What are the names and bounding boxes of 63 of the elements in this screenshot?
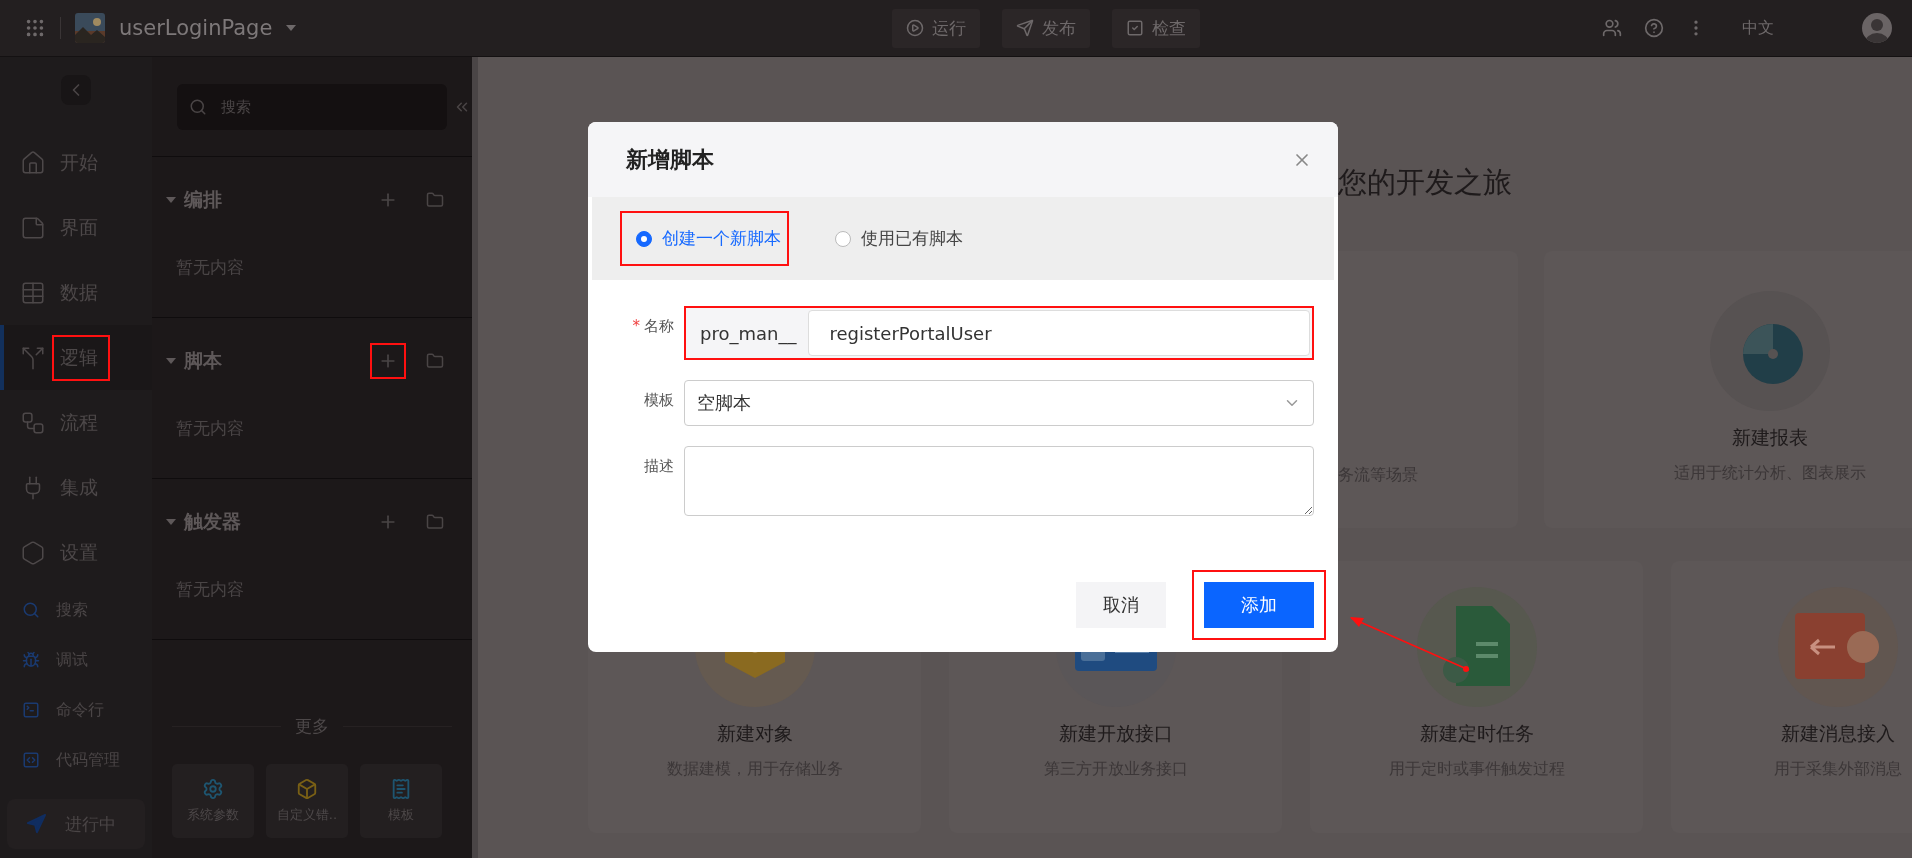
- avatar[interactable]: [1862, 13, 1892, 43]
- caret-icon[interactable]: [166, 196, 176, 204]
- section-title: 脚本: [184, 348, 223, 373]
- field-label: 名称: [644, 317, 674, 335]
- radio-option[interactable]: 创建一个新脚本: [620, 211, 789, 266]
- section-title: 触发器: [184, 509, 242, 534]
- name-prefix: pro_man__: [699, 322, 798, 344]
- play-icon: [906, 19, 924, 37]
- card-title: 新建开放接口: [1058, 721, 1173, 746]
- terminal-icon: [22, 701, 40, 719]
- send-icon: [1016, 19, 1034, 37]
- field-label: 描述: [644, 457, 674, 475]
- card-title: 新建对象: [716, 721, 793, 746]
- radio-label: 创建一个新脚本: [662, 227, 781, 250]
- card-title: 新建报表: [1732, 425, 1808, 450]
- select-value: 空脚本: [697, 391, 751, 415]
- folder-icon: [426, 191, 444, 209]
- toolbar-button[interactable]: 检查: [1112, 8, 1200, 48]
- caret-icon[interactable]: [166, 518, 176, 526]
- users-icon[interactable]: [1602, 18, 1622, 38]
- dialog-title: 新增脚本: [626, 145, 715, 174]
- receipt-icon: [390, 778, 412, 800]
- radio-button[interactable]: [636, 230, 652, 247]
- help-icon[interactable]: [1644, 18, 1664, 38]
- cube-icon: [296, 778, 318, 800]
- caret-icon[interactable]: [166, 357, 176, 365]
- name-input[interactable]: registerPortalUser: [808, 310, 1310, 356]
- bug-icon: [22, 651, 40, 669]
- folder-icon: [426, 352, 444, 370]
- app-name[interactable]: userLoginPage: [119, 16, 273, 40]
- card-title: 新建定时任务: [1419, 721, 1534, 746]
- template-select[interactable]: 空脚本: [684, 380, 1314, 426]
- toolbar-button[interactable]: 运行: [892, 8, 980, 48]
- settings-icon: [202, 778, 224, 800]
- table-icon: [20, 279, 46, 306]
- field-label: 模板: [644, 391, 674, 409]
- navigation-icon: [25, 813, 47, 835]
- language-button[interactable]: 中文: [1736, 16, 1780, 40]
- page-heading: 您的开发之旅: [1338, 164, 1513, 201]
- house-icon: [20, 149, 46, 176]
- name-field[interactable]: pro_man__ registerPortalUser: [684, 306, 1314, 360]
- card-title: 新建消息接入: [1780, 721, 1895, 746]
- settings-icon: [20, 539, 46, 566]
- code-icon: [22, 751, 40, 769]
- caret-icon[interactable]: [286, 25, 297, 31]
- description-field[interactable]: [684, 446, 1314, 516]
- radio-button[interactable]: [835, 230, 851, 247]
- add-button[interactable]: [370, 343, 406, 379]
- branch-icon: [20, 344, 46, 371]
- search-icon: [189, 98, 207, 116]
- page-icon: [20, 214, 46, 241]
- radio-option[interactable]: 使用已有脚本: [819, 211, 971, 266]
- radio-label: 使用已有脚本: [861, 227, 963, 250]
- collapse-button[interactable]: [61, 75, 91, 105]
- folder-icon: [426, 513, 444, 531]
- add-button[interactable]: 添加: [1192, 570, 1326, 640]
- section-title: 编排: [184, 187, 223, 212]
- checkbox-icon: [1126, 19, 1144, 37]
- apps-grid-icon[interactable]: [24, 17, 46, 39]
- toolbar-button[interactable]: 发布: [1002, 8, 1090, 48]
- search-icon: [22, 601, 40, 619]
- flowchart-icon: [20, 409, 46, 436]
- required-mark: *: [632, 317, 640, 335]
